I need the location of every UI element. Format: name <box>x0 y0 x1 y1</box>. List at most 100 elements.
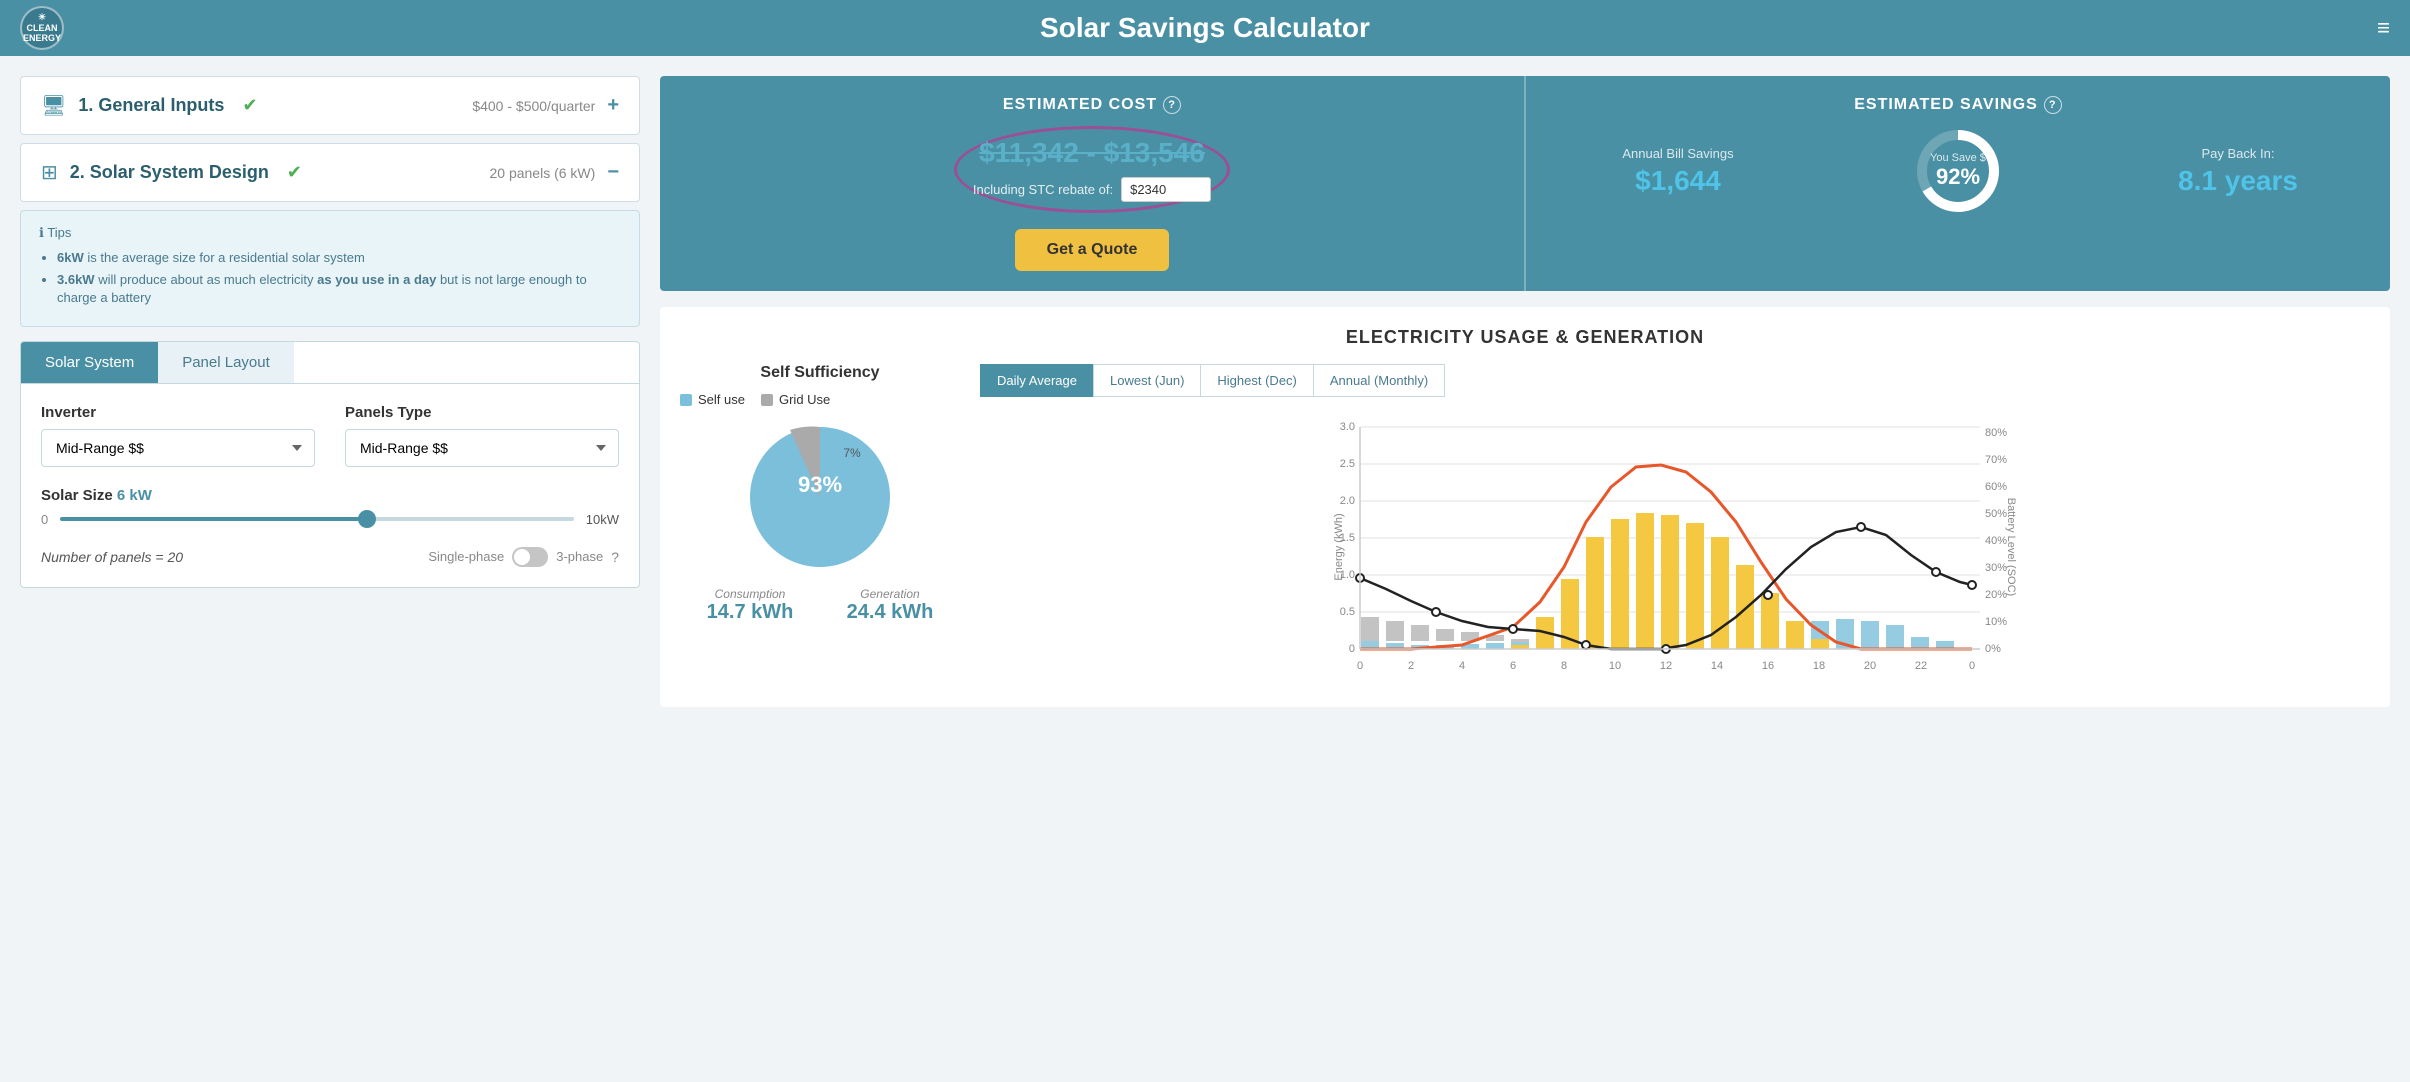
section2-left: ⊞ 2. Solar System Design ✔ <box>41 160 302 185</box>
section1-right: $400 - $500/quarter + <box>472 94 619 117</box>
estimated-cost-header: ESTIMATED COST ? <box>1003 96 1181 114</box>
tab-header: Solar System Panel Layout <box>21 342 639 384</box>
tips-title: ℹ Tips <box>39 225 621 241</box>
three-phase-label: 3-phase <box>556 549 603 564</box>
chart-tabs: Daily Average Lowest (Jun) Highest (Dec)… <box>980 364 2370 397</box>
usage-content: Self Sufficiency Self use Grid Use <box>680 364 2370 687</box>
section1-check: ✔ <box>242 95 257 116</box>
you-save-col: You Save $ 92% <box>1830 126 2086 216</box>
section1-left: 🖥 1. General Inputs ✔ <box>41 93 258 118</box>
svg-text:0: 0 <box>1969 660 1975 672</box>
page-title: Solar Savings Calculator <box>1040 12 1370 44</box>
svg-text:80%: 80% <box>1985 427 2007 439</box>
svg-text:20%: 20% <box>1985 589 2007 601</box>
pie-chart-wrap: 93% 7% <box>680 417 960 577</box>
chart-tab-highest-dec[interactable]: Highest (Dec) <box>1200 364 1312 397</box>
panels-type-select[interactable]: Budget $ Mid-Range $$ Premium $$$ <box>345 429 619 467</box>
svg-text:14: 14 <box>1711 660 1723 672</box>
phase-help-icon[interactable]: ? <box>611 549 619 565</box>
annual-bill-value: $1,644 <box>1550 165 1806 197</box>
usage-section: ELECTRICITY USAGE & GENERATION Self Suff… <box>660 307 2390 707</box>
usage-title: ELECTRICITY USAGE & GENERATION <box>680 327 2370 348</box>
payback-value: 8.1 years <box>2110 165 2366 197</box>
pie-chart: 93% 7% <box>740 417 900 577</box>
payback-label: Pay Back In: <box>2110 146 2366 161</box>
section1-toggle[interactable]: + <box>607 94 619 117</box>
generation-value: 24.4 kWh <box>847 601 934 624</box>
chart-tab-lowest-jun[interactable]: Lowest (Jun) <box>1093 364 1200 397</box>
slider-min-label: 0 <box>41 512 48 527</box>
inverter-label: Inverter <box>41 404 315 421</box>
section2-accordion[interactable]: ⊞ 2. Solar System Design ✔ 20 panels (6 … <box>20 143 640 202</box>
section2-toggle[interactable]: − <box>607 161 619 184</box>
solar-size-section: Solar Size 6 kW 0 10kW <box>41 487 619 527</box>
stc-label: Including STC rebate of: <box>973 182 1113 197</box>
svg-text:6: 6 <box>1510 660 1516 672</box>
svg-text:3.0: 3.0 <box>1340 421 1355 433</box>
tips-box: ℹ Tips 6kW is the average size for a res… <box>20 210 640 327</box>
phase-toggle-switch[interactable] <box>512 547 548 567</box>
tip-item-1: 6kW is the average size for a residentia… <box>57 249 621 267</box>
solar-system-design-icon: ⊞ <box>41 160 58 185</box>
legend-grid-use: Grid Use <box>761 392 830 407</box>
estimated-savings-help-icon[interactable]: ? <box>2044 96 2062 114</box>
section2-check: ✔ <box>287 162 302 183</box>
svg-text:60%: 60% <box>1985 481 2007 493</box>
self-sufficiency-panel: Self Sufficiency Self use Grid Use <box>680 364 960 687</box>
main-chart-svg: 0 0.5 1.0 1.5 2.0 2.5 3.0 0% 10% 20% 30% <box>1020 407 2320 687</box>
solar-size-value: 6 kW <box>117 487 152 504</box>
form-row-inverter-panels: Inverter Budget $ Mid-Range $$ Premium $… <box>41 404 619 467</box>
panels-type-group: Panels Type Budget $ Mid-Range $$ Premiu… <box>345 404 619 467</box>
svg-text:16: 16 <box>1762 660 1774 672</box>
svg-text:18: 18 <box>1813 660 1825 672</box>
pie-legend: Self use Grid Use <box>680 392 960 407</box>
payback-col: Pay Back In: 8.1 years <box>2110 146 2366 197</box>
tab-solar-system[interactable]: Solar System <box>21 342 158 383</box>
svg-text:4: 4 <box>1459 660 1465 672</box>
inverter-select[interactable]: Budget $ Mid-Range $$ Premium $$$ <box>41 429 315 467</box>
menu-icon[interactable]: ≡ <box>2377 15 2390 41</box>
savings-content: Annual Bill Savings $1,644 You Save $ 92… <box>1550 126 2366 216</box>
estimated-cost-help-icon[interactable]: ? <box>1163 96 1181 114</box>
tab-panel-layout[interactable]: Panel Layout <box>158 342 294 383</box>
stc-input[interactable] <box>1121 177 1211 202</box>
solar-size-slider[interactable] <box>60 517 574 521</box>
page-header: ☀CLEANENERGY Solar Savings Calculator ≡ <box>0 0 2410 56</box>
chart-section: Daily Average Lowest (Jun) Highest (Dec)… <box>980 364 2370 687</box>
svg-text:2.0: 2.0 <box>1340 495 1355 507</box>
you-save-percent: 92% <box>1930 164 1986 190</box>
section2-title: 2. Solar System Design <box>70 162 269 183</box>
section1-accordion[interactable]: 🖥 1. General Inputs ✔ $400 - $500/quarte… <box>20 76 640 135</box>
generation-label: Generation <box>847 587 934 601</box>
tip-item-2: 3.6kW will produce about as much electri… <box>57 271 621 307</box>
svg-text:50%: 50% <box>1985 508 2007 520</box>
solar-tab-container: Solar System Panel Layout Inverter Budge… <box>20 341 640 588</box>
general-inputs-icon: 🖥 <box>41 93 66 118</box>
chart-area: 0 0.5 1.0 1.5 2.0 2.5 3.0 0% 10% 20% 30% <box>980 407 2370 687</box>
svg-text:Battery Level (SOC): Battery Level (SOC) <box>2005 498 2017 596</box>
generation-stat: Generation 24.4 kWh <box>847 587 934 624</box>
legend-grid-use-label: Grid Use <box>779 392 830 407</box>
svg-text:93%: 93% <box>798 472 842 497</box>
annual-bill-col: Annual Bill Savings $1,644 <box>1550 146 1806 197</box>
inverter-group: Inverter Budget $ Mid-Range $$ Premium $… <box>41 404 315 467</box>
logo: ☀CLEANENERGY <box>20 6 64 50</box>
panels-row: Number of panels = 20 Single-phase 3-pha… <box>41 547 619 567</box>
cost-range-value: $11,342 - $13,546 <box>973 137 1211 169</box>
svg-text:0: 0 <box>1349 643 1355 655</box>
svg-text:Energy (kWh): Energy (kWh) <box>1333 513 1345 580</box>
legend-self-use: Self use <box>680 392 745 407</box>
estimated-savings-box: ESTIMATED SAVINGS ? Annual Bill Savings … <box>1524 76 2390 291</box>
cost-range-oval: $11,342 - $13,546 Including STC rebate o… <box>954 126 1230 213</box>
consumption-value: 14.7 kWh <box>707 601 794 624</box>
get-quote-button[interactable]: Get a Quote <box>1015 229 1170 271</box>
svg-text:2.5: 2.5 <box>1340 458 1355 470</box>
chart-tab-annual-monthly[interactable]: Annual (Monthly) <box>1313 364 1445 397</box>
svg-text:0%: 0% <box>1985 643 2001 655</box>
chart-tab-daily-average[interactable]: Daily Average <box>980 364 1093 397</box>
section1-meta: $400 - $500/quarter <box>472 98 595 114</box>
single-phase-label: Single-phase <box>428 549 504 564</box>
svg-text:10: 10 <box>1609 660 1621 672</box>
left-panel: 🖥 1. General Inputs ✔ $400 - $500/quarte… <box>20 76 640 707</box>
section2-meta: 20 panels (6 kW) <box>489 165 595 181</box>
